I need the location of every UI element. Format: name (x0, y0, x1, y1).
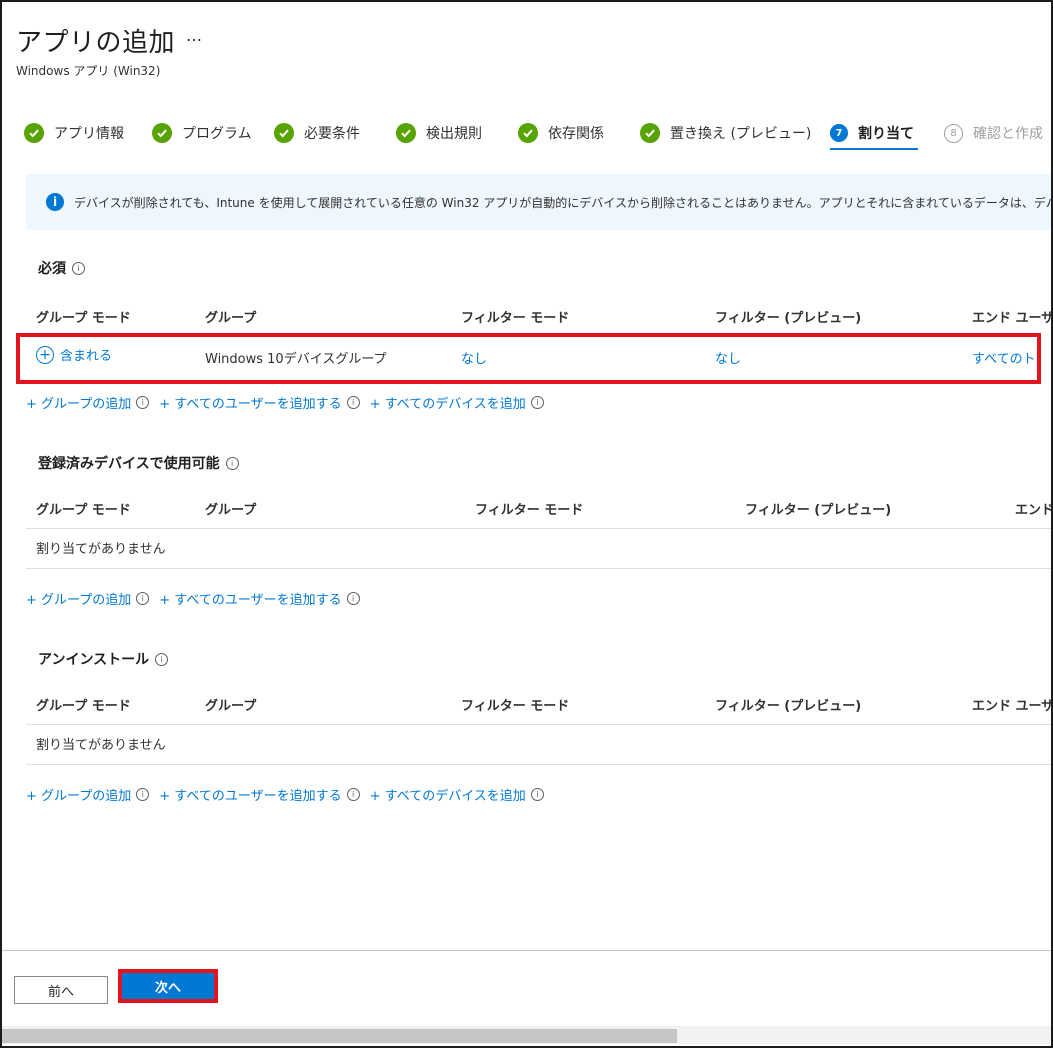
section-title-text: 必須 (38, 261, 66, 277)
add-group-link[interactable]: + グループの追加 (26, 393, 131, 412)
page-title: アプリの追加 (16, 28, 176, 58)
info-tooltip-icon[interactable]: i (136, 788, 150, 801)
check-icon (152, 123, 172, 143)
step-app-info[interactable]: アプリ情報 (24, 120, 124, 146)
info-tooltip-icon[interactable]: i (136, 592, 150, 605)
step-label: プログラム (182, 126, 252, 142)
check-icon (396, 123, 416, 143)
section-title-text: アンインストール (38, 652, 150, 668)
step-requirements[interactable]: 必要条件 (274, 120, 360, 146)
step-label: アプリ情報 (54, 126, 124, 142)
add-all-users-link[interactable]: + すべてのユーザーを追加する (159, 589, 341, 608)
info-tooltip-icon[interactable]: i (346, 396, 360, 409)
add-all-users-link[interactable]: + すべてのユーザーを追加する (159, 393, 341, 412)
check-icon (518, 123, 538, 143)
add-group-link[interactable]: + グループの追加 (26, 785, 131, 804)
empty-assignments-text: 割り当てがありません (36, 542, 166, 557)
available-add-links: + グループの追加 i + すべてのユーザーを追加する i (26, 589, 370, 608)
step-dependencies[interactable]: 依存関係 (518, 120, 604, 146)
column-header-group-mode: グループ モード (36, 311, 131, 326)
column-header-group-mode: グループ モード (36, 699, 131, 714)
column-header-filter: フィルター (プレビュー) (715, 699, 862, 714)
column-header-end-user: エンド ユーザー (972, 699, 1053, 714)
highlight-box-next-button: 次へ (118, 969, 218, 1003)
column-header-end-user: エンド ユーザー (972, 311, 1053, 326)
more-options-icon[interactable]: … (186, 26, 203, 45)
column-header-group: グループ (205, 503, 257, 518)
step-label: 置き換え (プレビュー) (670, 126, 812, 142)
table-divider (26, 724, 1051, 725)
info-tooltip-icon[interactable]: i (225, 456, 239, 470)
info-tooltip-icon[interactable]: i (530, 788, 544, 801)
table-divider (26, 528, 1051, 529)
step-label: 確認と作成 (973, 126, 1043, 142)
add-all-devices-link[interactable]: + すべてのデバイスを追加 (370, 785, 526, 804)
info-tooltip-icon[interactable]: i (346, 788, 360, 801)
check-icon (24, 123, 44, 143)
column-header-filter-mode: フィルター モード (461, 699, 570, 714)
section-title-text: 登録済みデバイスで使用可能 (38, 456, 220, 472)
info-tooltip-icon[interactable]: i (155, 652, 169, 666)
info-tooltip-icon[interactable]: i (346, 592, 360, 605)
app-window: アプリの追加 … Windows アプリ (Win32) アプリ情報 プログラム… (0, 0, 1053, 1048)
table-divider (26, 764, 1051, 765)
column-header-filter-mode: フィルター モード (475, 503, 584, 518)
column-header-filter: フィルター (プレビュー) (715, 311, 862, 326)
add-group-link[interactable]: + グループの追加 (26, 589, 131, 608)
column-header-filter-mode: フィルター モード (461, 311, 570, 326)
check-icon (274, 123, 294, 143)
info-tooltip-icon[interactable]: i (72, 261, 85, 275)
info-icon: i (46, 193, 64, 211)
previous-button[interactable]: 前へ (14, 976, 108, 1004)
step-label: 検出規則 (426, 126, 482, 142)
wizard-steps: アプリ情報 プログラム 必要条件 検出規則 依存関係 置き換え (プレビュー) … (24, 120, 1051, 154)
step-review-create: 8 確認と作成 (944, 120, 1043, 146)
uninstall-add-links: + グループの追加 i + すべてのユーザーを追加する i + すべてのデバイス… (26, 785, 554, 804)
info-banner: i デバイスが削除されても、Intune を使用して展開されている任意の Win… (26, 174, 1053, 230)
info-tooltip-icon[interactable]: i (136, 396, 150, 409)
step-label: 必要条件 (304, 126, 360, 142)
check-icon (640, 123, 660, 143)
column-header-filter: フィルター (プレビュー) (745, 503, 892, 518)
next-button[interactable]: 次へ (122, 973, 214, 999)
add-all-users-link[interactable]: + すべてのユーザーを追加する (159, 785, 341, 804)
horizontal-scrollbar-thumb[interactable] (2, 1029, 677, 1043)
add-all-devices-link[interactable]: + すべてのデバイスを追加 (370, 393, 526, 412)
page-subtitle: Windows アプリ (Win32) (16, 64, 161, 78)
active-step-indicator (830, 148, 918, 150)
step-label: 割り当て (858, 126, 914, 142)
info-banner-text: デバイスが削除されても、Intune を使用して展開されている任意の Win32… (74, 195, 1053, 210)
step-program[interactable]: プログラム (152, 120, 252, 146)
info-tooltip-icon[interactable]: i (530, 396, 544, 409)
step-supersedence[interactable]: 置き換え (プレビュー) (640, 120, 811, 146)
highlight-box-required-row (16, 333, 1041, 384)
table-divider (26, 568, 1051, 569)
footer-divider (2, 950, 1051, 951)
required-add-links: + グループの追加 i + すべてのユーザーを追加する i + すべてのデバイス… (26, 393, 554, 412)
column-header-end-user: エンド (1015, 503, 1053, 518)
section-uninstall-title: アンインストール i (38, 649, 169, 669)
empty-assignments-text: 割り当てがありません (36, 738, 166, 753)
column-header-group: グループ (205, 699, 257, 714)
section-available-title: 登録済みデバイスで使用可能 i (38, 453, 239, 473)
step-label: 依存関係 (548, 126, 604, 142)
step-number-badge: 7 (830, 124, 848, 142)
section-required-title: 必須 i (38, 258, 85, 278)
step-assignments[interactable]: 7 割り当て (830, 120, 914, 146)
column-header-group-mode: グループ モード (36, 503, 131, 518)
step-number-badge: 8 (944, 123, 963, 143)
step-detection-rules[interactable]: 検出規則 (396, 120, 482, 146)
column-header-group: グループ (205, 311, 257, 326)
